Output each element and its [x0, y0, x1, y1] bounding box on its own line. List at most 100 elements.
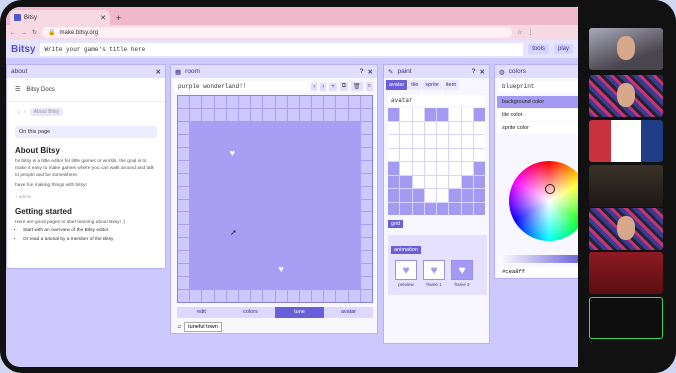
url-field[interactable]: 🔒 make.bitsy.org — [42, 27, 513, 38]
room-tile[interactable] — [336, 264, 348, 277]
room-tile[interactable] — [238, 147, 251, 160]
room-tile[interactable] — [263, 134, 275, 147]
paint-pixel[interactable] — [400, 135, 412, 148]
paint-pixel[interactable] — [412, 148, 424, 161]
room-tile[interactable] — [336, 96, 348, 108]
paint-pixel[interactable] — [388, 121, 400, 134]
room-tile[interactable] — [202, 147, 214, 160]
room-tile[interactable] — [238, 160, 251, 173]
room-tile[interactable] — [287, 134, 299, 147]
tab-avatar[interactable]: avatar — [386, 80, 408, 90]
back-icon[interactable]: ← — [10, 30, 16, 36]
room-tile[interactable] — [202, 264, 214, 277]
room-tile[interactable] — [324, 290, 336, 302]
room-tile[interactable] — [312, 134, 324, 147]
room-tile[interactable] — [263, 277, 275, 290]
room-tile[interactable] — [324, 277, 336, 290]
paint-pixel[interactable] — [424, 121, 436, 134]
tab-sprite[interactable]: sprite — [422, 80, 442, 90]
room-tile[interactable] — [226, 277, 238, 290]
room-tile[interactable] — [190, 173, 202, 186]
room-tile[interactable] — [251, 199, 263, 212]
room-tile[interactable] — [178, 251, 190, 264]
paint-pixel[interactable] — [388, 148, 400, 161]
paint-pixel[interactable] — [437, 135, 449, 148]
room-tile[interactable] — [275, 290, 287, 302]
paint-pixel[interactable] — [437, 148, 449, 161]
room-tile[interactable] — [324, 147, 336, 160]
room-tile[interactable] — [263, 147, 275, 160]
room-canvas[interactable]: ♥ ♥ — [177, 95, 373, 303]
room-tile[interactable] — [275, 225, 287, 238]
room-tile[interactable] — [178, 121, 190, 134]
room-tile[interactable] — [312, 121, 324, 134]
participant-video[interactable] — [589, 75, 663, 117]
room-tile[interactable] — [287, 199, 299, 212]
frame-1[interactable]: ♥ frame 1 — [423, 260, 445, 287]
room-tile[interactable] — [226, 96, 238, 108]
room-tile[interactable] — [312, 160, 324, 173]
room-tile[interactable] — [275, 251, 287, 264]
paint-pixel[interactable] — [424, 175, 436, 188]
list-item[interactable]: Or read a tutorial by a member of the Bi… — [23, 236, 165, 245]
room-tile[interactable] — [214, 147, 226, 160]
sprite-color-option[interactable]: sprite color — [497, 122, 578, 134]
paint-pixel[interactable] — [449, 189, 461, 202]
room-tile[interactable] — [324, 199, 336, 212]
animation-toggle[interactable]: animation — [391, 246, 421, 254]
tab-edit[interactable]: edit — [177, 307, 226, 318]
room-tile[interactable] — [263, 212, 275, 225]
room-tile[interactable] — [348, 160, 360, 173]
room-tile[interactable] — [263, 238, 275, 251]
room-tile[interactable] — [348, 212, 360, 225]
room-tile[interactable] — [348, 238, 360, 251]
paint-pixel[interactable] — [388, 202, 400, 215]
room-tile[interactable] — [299, 238, 312, 251]
room-tile[interactable] — [312, 96, 324, 108]
room-tile[interactable] — [360, 108, 372, 121]
tune-select[interactable]: tuneful town — [184, 322, 222, 332]
add-room-icon[interactable]: + — [329, 82, 337, 91]
room-tile[interactable] — [275, 238, 287, 251]
room-tile[interactable] — [324, 238, 336, 251]
room-tile[interactable] — [263, 199, 275, 212]
participant-video[interactable] — [589, 120, 663, 162]
room-tile[interactable] — [336, 160, 348, 173]
close-icon[interactable]: ✕ — [100, 14, 106, 22]
room-tile[interactable] — [263, 173, 275, 186]
room-tile[interactable]: ♥ — [275, 264, 287, 277]
reload-icon[interactable]: ↻ — [32, 29, 37, 36]
room-tile[interactable] — [324, 134, 336, 147]
room-tile[interactable] — [202, 186, 214, 199]
room-tile[interactable] — [348, 147, 360, 160]
room-tile[interactable] — [202, 277, 214, 290]
room-tile[interactable] — [348, 225, 360, 238]
room-tile[interactable] — [178, 277, 190, 290]
room-tile[interactable] — [299, 147, 312, 160]
value-slider[interactable] — [499, 255, 578, 263]
room-tile[interactable] — [348, 290, 360, 302]
room-tile[interactable] — [360, 212, 372, 225]
room-tile[interactable] — [360, 147, 372, 160]
room-tile[interactable] — [324, 225, 336, 238]
color-wheel[interactable] — [509, 161, 578, 241]
room-tile[interactable] — [263, 290, 275, 302]
room-tile[interactable] — [178, 225, 190, 238]
room-tile[interactable] — [226, 290, 238, 302]
room-tile[interactable] — [299, 134, 312, 147]
room-tile[interactable] — [178, 134, 190, 147]
room-tile[interactable] — [178, 212, 190, 225]
paint-pixel[interactable] — [473, 189, 485, 202]
room-tile[interactable] — [238, 173, 251, 186]
paint-pixel[interactable] — [412, 202, 424, 215]
room-tile[interactable] — [238, 121, 251, 134]
paint-pixel[interactable] — [388, 162, 400, 175]
room-tile[interactable] — [336, 238, 348, 251]
paint-pixel[interactable] — [473, 121, 485, 134]
room-tile[interactable] — [275, 212, 287, 225]
room-tile[interactable] — [299, 199, 312, 212]
room-tile[interactable] — [190, 264, 202, 277]
room-tile[interactable] — [190, 290, 202, 302]
docs-title[interactable]: Bitsy Docs — [26, 87, 54, 93]
room-tile[interactable] — [348, 108, 360, 121]
